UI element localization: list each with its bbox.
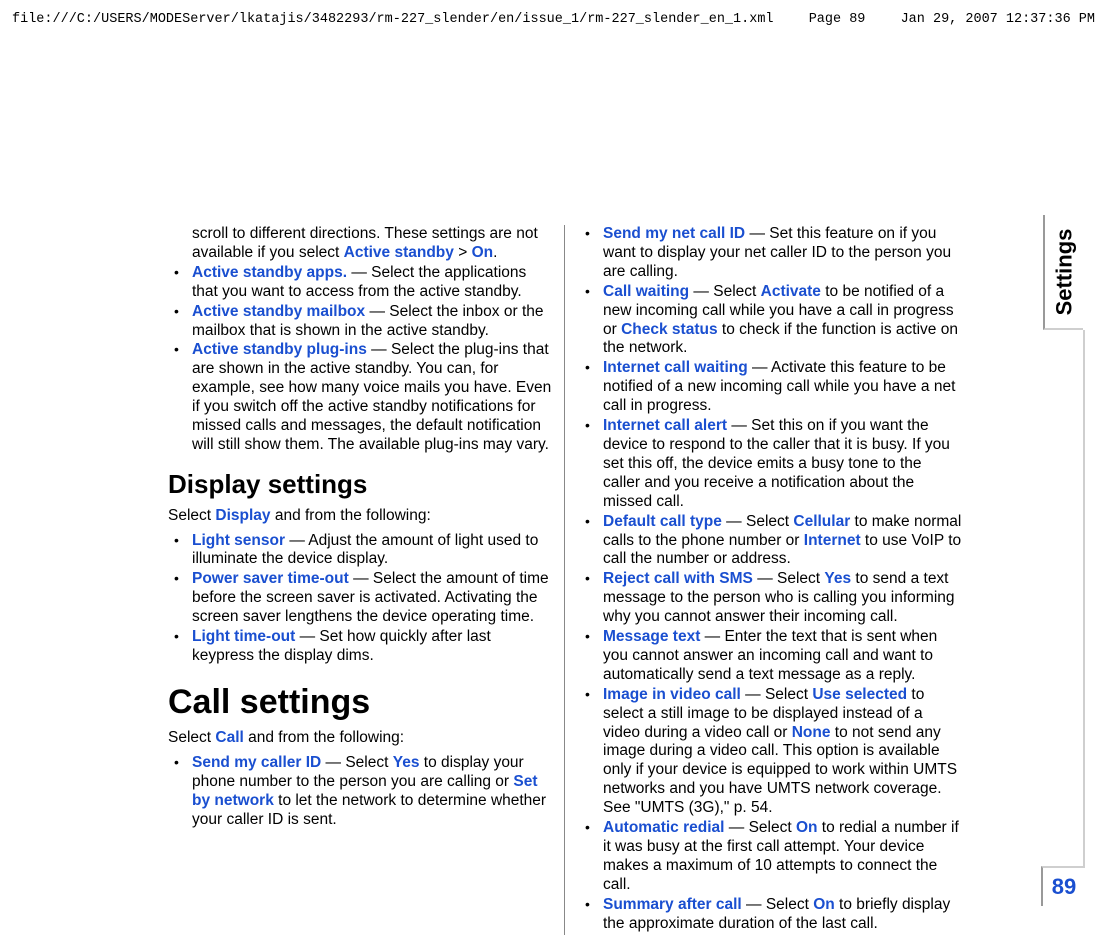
section-tab-label: Settings <box>1051 228 1077 315</box>
heading-call-settings: Call settings <box>168 682 554 723</box>
hl: Light sensor <box>192 532 285 549</box>
text: — Select <box>722 513 794 530</box>
list-item: Default call type — Select Cellular to m… <box>579 513 962 570</box>
list-item: Internet call waiting — Activate this fe… <box>579 359 962 416</box>
hl: Call <box>215 729 243 746</box>
list-item: Active standby mailbox — Select the inbo… <box>168 303 554 341</box>
text: — Select <box>689 283 761 300</box>
hl: Internet call alert <box>603 417 727 434</box>
hl: Active standby <box>344 244 454 261</box>
list-item: Image in video call — Select Use selecte… <box>579 686 962 818</box>
hl: Check status <box>621 321 717 338</box>
text: — Select <box>753 570 825 587</box>
list-item: Summary after call — Select On to briefl… <box>579 896 962 934</box>
text: Select <box>168 729 215 746</box>
page-indicator: Page 89 <box>809 12 866 27</box>
hl: Active standby apps. <box>192 264 347 281</box>
text: — Select <box>742 896 814 913</box>
list: Send my net call ID — Set this feature o… <box>579 225 962 934</box>
hl: Cellular <box>793 513 850 530</box>
list-item: Power saver time-out — Select the amount… <box>168 570 554 627</box>
list-item: Internet call alert — Set this on if you… <box>579 417 962 512</box>
call-intro: Select Call and from the following: <box>168 729 554 748</box>
hl: Active standby plug-ins <box>192 341 367 358</box>
page-header: file:///C:/USERS/MODEServer/lkatajis/348… <box>0 0 1107 27</box>
section-tab: Settings <box>1043 215 1083 330</box>
list-item: Light time-out — Set how quickly after l… <box>168 628 554 666</box>
list-item: Light sensor — Adjust the amount of ligh… <box>168 532 554 570</box>
list-item: Reject call with SMS — Select Yes to sen… <box>579 570 962 627</box>
hl: Display <box>215 507 270 524</box>
hl: Activate <box>761 283 821 300</box>
list: Light sensor — Adjust the amount of ligh… <box>168 532 554 666</box>
list-item: Active standby plug-ins — Select the plu… <box>168 341 554 454</box>
hl: None <box>792 724 831 741</box>
hl: Call waiting <box>603 283 689 300</box>
hl: Active standby mailbox <box>192 303 365 320</box>
hl: Use selected <box>812 686 907 703</box>
left-column: scroll to different directions. These se… <box>160 225 565 935</box>
hl: Internet <box>804 532 861 549</box>
right-column: Send my net call ID — Set this feature o… <box>565 225 970 935</box>
text: . <box>493 244 497 261</box>
text: and from the following: <box>271 507 431 524</box>
text: and from the following: <box>244 729 404 746</box>
list-item: Message text — Enter the text that is se… <box>579 628 962 685</box>
list-item: Send my net call ID — Set this feature o… <box>579 225 962 282</box>
hl: Reject call with SMS <box>603 570 753 587</box>
content-area: scroll to different directions. These se… <box>160 225 970 935</box>
list: Active standby apps. — Select the applic… <box>168 264 554 455</box>
hl: Automatic redial <box>603 819 724 836</box>
list-item: Send my caller ID — Select Yes to displa… <box>168 754 554 830</box>
text: — Select <box>741 686 813 703</box>
hl: Summary after call <box>603 896 742 913</box>
page-number: 89 <box>1041 866 1085 906</box>
hl: Internet call waiting <box>603 359 748 376</box>
datetime: Jan 29, 2007 12:37:36 PM <box>901 12 1095 27</box>
list: Send my caller ID — Select Yes to displa… <box>168 754 554 830</box>
continuation-text: scroll to different directions. These se… <box>168 225 554 263</box>
list-item: Active standby apps. — Select the applic… <box>168 264 554 302</box>
text: Select <box>168 507 215 524</box>
display-intro: Select Display and from the following: <box>168 507 554 526</box>
hl: Send my net call ID <box>603 225 745 242</box>
list-item: Call waiting — Select Activate to be not… <box>579 283 962 359</box>
text: > <box>454 244 472 261</box>
file-path: file:///C:/USERS/MODEServer/lkatajis/348… <box>12 12 774 27</box>
hl: Default call type <box>603 513 722 530</box>
text: — Select <box>321 754 393 771</box>
heading-display-settings: Display settings <box>168 469 554 501</box>
hl: On <box>813 896 835 913</box>
hl: On <box>796 819 818 836</box>
right-rail <box>1083 330 1085 866</box>
hl: Message text <box>603 628 700 645</box>
hl: Light time-out <box>192 628 295 645</box>
hl: On <box>472 244 494 261</box>
list-item: Automatic redial — Select On to redial a… <box>579 819 962 895</box>
hl: Yes <box>824 570 851 587</box>
hl: Send my caller ID <box>192 754 321 771</box>
hl: Image in video call <box>603 686 741 703</box>
hl: Yes <box>393 754 420 771</box>
hl: Power saver time-out <box>192 570 349 587</box>
text: — Select <box>724 819 796 836</box>
